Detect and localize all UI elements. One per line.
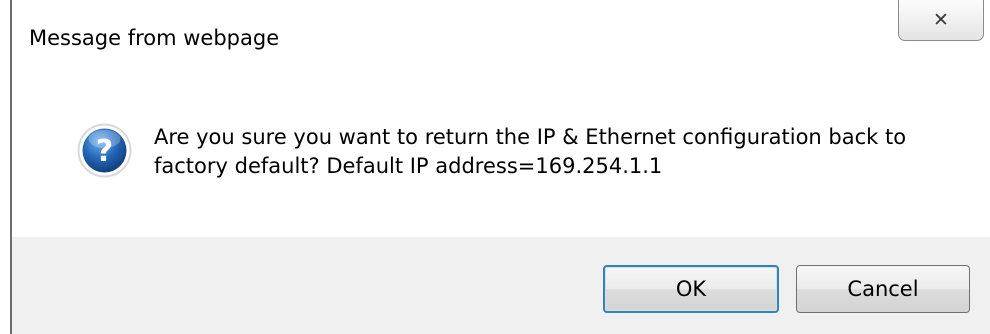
dialog-title: Message from webpage [29,26,280,50]
question-icon: ? [77,123,132,178]
dialog-content: ? Are you sure you want to return the IP… [12,74,990,237]
button-bar: OK Cancel [12,237,990,334]
title-bar: Message from webpage ✕ [12,0,990,74]
message-line-1: Are you sure you want to return the IP &… [154,125,907,149]
message-text: Are you sure you want to return the IP &… [154,123,954,181]
cancel-button[interactable]: Cancel [796,265,970,313]
close-button[interactable]: ✕ [898,0,984,41]
message-dialog: Message from webpage ✕ ? Are you sure yo… [10,0,990,334]
ok-button[interactable]: OK [603,265,779,313]
message-line-2: factory default? Default IP address=169.… [154,154,663,178]
close-icon: ✕ [933,9,949,31]
svg-text:?: ? [96,134,113,169]
